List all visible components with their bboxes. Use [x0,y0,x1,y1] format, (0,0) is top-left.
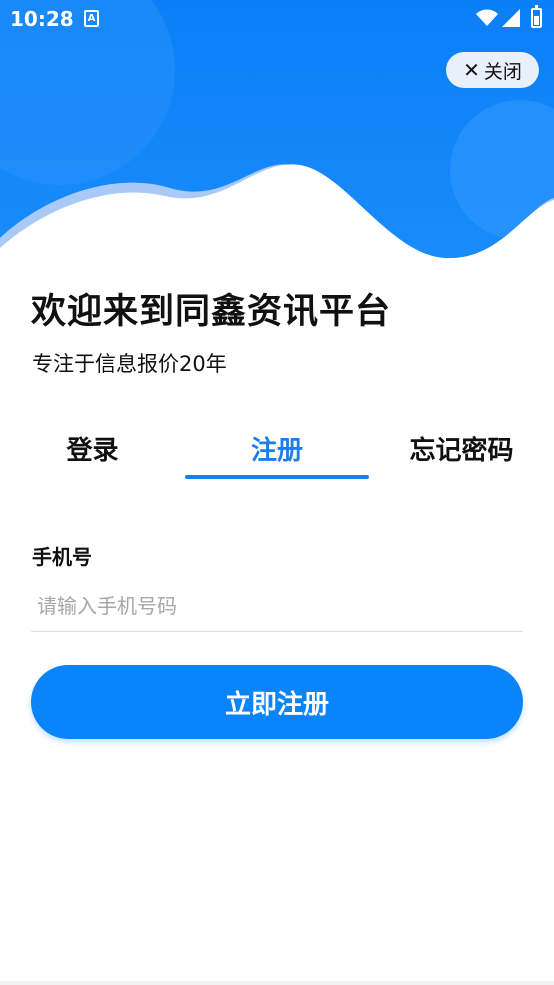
hero-wave-background [0,0,554,270]
page-title: 欢迎来到同鑫资讯平台 [31,292,392,332]
battery-icon [531,5,542,28]
active-tab-indicator [185,475,369,479]
tab-forgot-password[interactable]: 忘记密码 [369,418,554,478]
notification-icon: A [84,10,99,27]
phone-input[interactable] [31,580,523,632]
status-time: 10:28 [10,7,74,31]
bottom-edge [0,981,554,985]
page-subtitle: 专注于信息报价20年 [32,352,227,376]
tab-login[interactable]: 登录 [0,418,185,478]
close-button-label: 关闭 [483,60,522,83]
close-icon: ✕ [463,58,480,82]
register-button[interactable]: 立即注册 [31,665,523,739]
close-button[interactable]: ✕ 关闭 [446,52,539,88]
signal-icon [502,9,520,27]
status-bar: 10:28 A [0,0,554,38]
phone-field-label: 手机号 [32,545,92,569]
wifi-icon [476,9,498,26]
tab-register[interactable]: 注册 [185,418,369,478]
auth-tabs: 登录 注册 忘记密码 [0,418,554,482]
